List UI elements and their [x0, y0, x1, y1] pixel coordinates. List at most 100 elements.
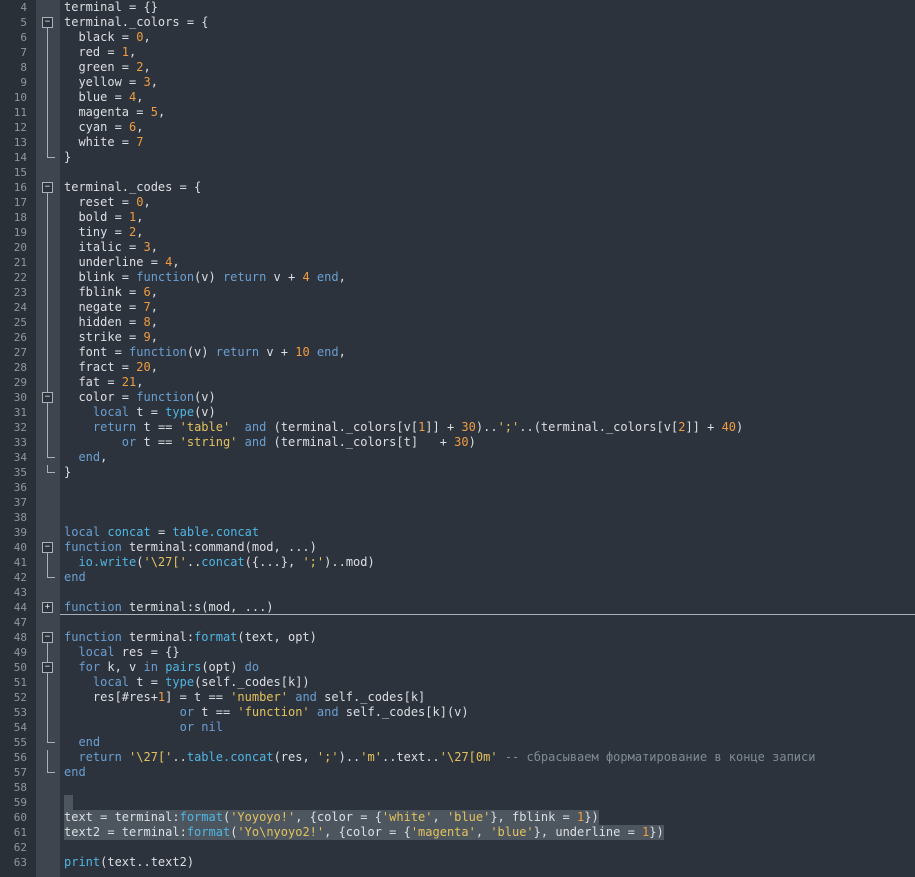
code-text-area[interactable]: bold = 1,	[60, 210, 915, 225]
code-line[interactable]: 52 res[#res+1] = t == 'number' and self.…	[0, 690, 915, 705]
code-text-area[interactable]: function terminal:format(text, opt)	[60, 630, 915, 645]
code-text-area[interactable]: fblink = 6,	[60, 285, 915, 300]
code-line[interactable]: 34 end,	[0, 450, 915, 465]
line-number[interactable]: 14	[0, 150, 36, 165]
code-line[interactable]: 8 green = 2,	[0, 60, 915, 75]
code-line[interactable]: 35}	[0, 465, 915, 480]
code-line[interactable]: 33 or t == 'string' and (terminal._color…	[0, 435, 915, 450]
line-number[interactable]: 56	[0, 750, 36, 765]
code-line[interactable]: 5− terminal._colors = {	[0, 15, 915, 30]
code-text-area[interactable]: fract = 20,	[60, 360, 915, 375]
code-text-area[interactable]: font = function(v) return v + 10 end,	[60, 345, 915, 360]
code-text-area[interactable]: local t = type(v)	[60, 405, 915, 420]
code-text-area[interactable]: or nil	[60, 720, 915, 735]
code-text-area[interactable]: blue = 4,	[60, 90, 915, 105]
line-number[interactable]: 5	[0, 15, 36, 30]
code-text-area[interactable]: red = 1,	[60, 45, 915, 60]
code-text-area[interactable]: return '\27['..table.concat(res, ';')..'…	[60, 750, 915, 765]
code-text-area[interactable]: reset = 0,	[60, 195, 915, 210]
line-number[interactable]: 37	[0, 495, 36, 510]
code-line[interactable]: 37	[0, 495, 915, 510]
code-line[interactable]: 20 italic = 3,	[0, 240, 915, 255]
code-text-area[interactable]	[60, 585, 915, 600]
line-number[interactable]: 19	[0, 225, 36, 240]
code-line[interactable]: 36	[0, 480, 915, 495]
line-number[interactable]: 18	[0, 210, 36, 225]
line-number[interactable]: 54	[0, 720, 36, 735]
fold-margin[interactable]: +	[36, 600, 60, 615]
code-line[interactable]: 4 terminal = {}	[0, 0, 915, 15]
line-number[interactable]: 53	[0, 705, 36, 720]
line-number[interactable]: 62	[0, 840, 36, 855]
code-line[interactable]: 24 negate = 7,	[0, 300, 915, 315]
code-text-area[interactable]: magenta = 5,	[60, 105, 915, 120]
code-line[interactable]: 31 local t = type(v)	[0, 405, 915, 420]
code-text-area[interactable]	[60, 480, 915, 495]
fold-open-icon[interactable]: −	[42, 392, 53, 403]
line-number[interactable]: 60	[0, 810, 36, 825]
line-number[interactable]: 41	[0, 555, 36, 570]
line-number[interactable]: 47	[0, 615, 36, 630]
line-number[interactable]: 13	[0, 135, 36, 150]
fold-open-icon[interactable]: −	[42, 542, 53, 553]
fold-margin[interactable]: −	[36, 180, 60, 195]
code-line[interactable]: 54 or nil	[0, 720, 915, 735]
code-text-area[interactable]: tiny = 2,	[60, 225, 915, 240]
line-number[interactable]: 21	[0, 255, 36, 270]
line-number[interactable]: 59	[0, 795, 36, 810]
code-line[interactable]: 60 text = terminal:format('Yoyoyo!', {col…	[0, 810, 915, 825]
line-number[interactable]: 36	[0, 480, 36, 495]
code-text-area[interactable]: io.write('\27['..concat({...}, ';')..mod…	[60, 555, 915, 570]
code-line[interactable]: 9 yellow = 3,	[0, 75, 915, 90]
code-text-area[interactable]: end,	[60, 450, 915, 465]
fold-margin[interactable]: −	[36, 390, 60, 405]
line-number[interactable]: 17	[0, 195, 36, 210]
code-text-area[interactable]: terminal._colors = {	[60, 15, 915, 30]
code-text-area[interactable]: text = terminal:format('Yoyoyo!', {color…	[60, 810, 915, 825]
line-number[interactable]: 51	[0, 675, 36, 690]
code-text-area[interactable]: or t == 'string' and (terminal._colors[t…	[60, 435, 915, 450]
code-line[interactable]: 57 end	[0, 765, 915, 780]
code-line[interactable]: 23 fblink = 6,	[0, 285, 915, 300]
line-number[interactable]: 55	[0, 735, 36, 750]
line-number[interactable]: 61	[0, 825, 36, 840]
code-line[interactable]: 6 black = 0,	[0, 30, 915, 45]
code-editor[interactable]: 4 terminal = {} 5− terminal._colors = {6 bl…	[0, 0, 915, 877]
code-line[interactable]: 26 strike = 9,	[0, 330, 915, 345]
code-line[interactable]: 16− terminal._codes = {	[0, 180, 915, 195]
line-number[interactable]: 38	[0, 510, 36, 525]
line-number[interactable]: 40	[0, 540, 36, 555]
code-line[interactable]: 49 local res = {}	[0, 645, 915, 660]
code-line[interactable]: 53 or t == 'function' and self._codes[k]…	[0, 705, 915, 720]
line-number[interactable]: 11	[0, 105, 36, 120]
code-text-area[interactable]: end	[60, 765, 915, 780]
code-text-area[interactable]: black = 0,	[60, 30, 915, 45]
code-text-area[interactable]: strike = 9,	[60, 330, 915, 345]
code-text-area[interactable]: return t == 'table' and (terminal._color…	[60, 420, 915, 435]
fold-open-icon[interactable]: −	[42, 632, 53, 643]
line-number[interactable]: 32	[0, 420, 36, 435]
line-number[interactable]: 39	[0, 525, 36, 540]
code-text-area[interactable]	[60, 615, 915, 630]
code-line[interactable]: 10 blue = 4,	[0, 90, 915, 105]
code-text-area[interactable]: fat = 21,	[60, 375, 915, 390]
code-text-area[interactable]: color = function(v)	[60, 390, 915, 405]
line-number[interactable]: 35	[0, 465, 36, 480]
code-text-area[interactable]: local res = {}	[60, 645, 915, 660]
line-number[interactable]: 30	[0, 390, 36, 405]
code-line[interactable]: 47	[0, 615, 915, 630]
code-text-area[interactable]: yellow = 3,	[60, 75, 915, 90]
line-number[interactable]: 8	[0, 60, 36, 75]
line-number[interactable]: 58	[0, 780, 36, 795]
code-line[interactable]: 61 text2 = terminal:format('Yo\nyoyo2!', …	[0, 825, 915, 840]
line-number[interactable]: 43	[0, 585, 36, 600]
code-text-area[interactable]: cyan = 6,	[60, 120, 915, 135]
code-text-area[interactable]: white = 7	[60, 135, 915, 150]
code-text-area[interactable]: print(text..text2)	[60, 855, 915, 870]
code-line[interactable]: 17 reset = 0,	[0, 195, 915, 210]
line-number[interactable]: 44	[0, 600, 36, 615]
fold-margin[interactable]: −	[36, 630, 60, 645]
line-number[interactable]: 33	[0, 435, 36, 450]
line-number[interactable]: 22	[0, 270, 36, 285]
code-line[interactable]: 40− function terminal:command(mod, ...)	[0, 540, 915, 555]
